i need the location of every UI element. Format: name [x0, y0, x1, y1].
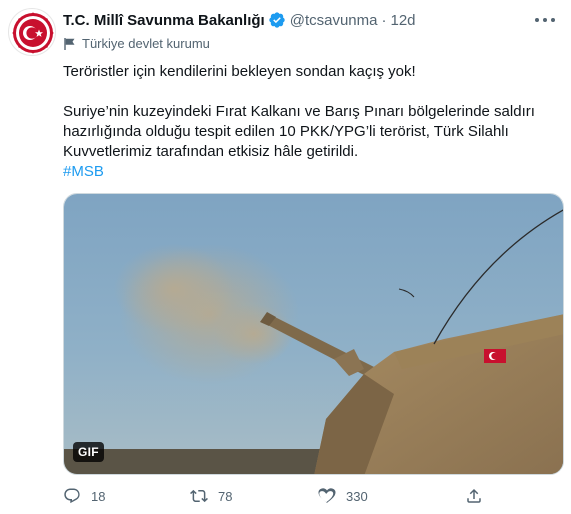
display-name[interactable]: T.C. Millî Savunma Bakanlığı — [63, 12, 265, 29]
share-button[interactable] — [465, 487, 483, 505]
timestamp[interactable]: 12d — [390, 12, 415, 29]
tweet-text-line: Suriye’nin kuzeyindeki Fırat Kalkanı ve … — [63, 103, 535, 120]
tweet-text-line: hazırlığında olduğu tespit edilen 10 PKK… — [63, 123, 509, 140]
avatar[interactable] — [8, 8, 56, 56]
tweet-actions: 18 78 330 — [63, 487, 503, 509]
retweet-icon — [190, 489, 208, 503]
tweet-text-line: Kuvvetlerimiz tarafından etkisiz hâle ge… — [63, 143, 359, 160]
user-handle[interactable]: @tcsavunma — [290, 12, 378, 29]
reply-icon — [64, 488, 80, 504]
tweet-header: T.C. Millî Savunma Bakanlığı @tcsavunma … — [63, 10, 416, 30]
account-label: Türkiye devlet kurumu — [63, 36, 210, 51]
like-heart-icon — [318, 488, 336, 504]
tweet-text: Teröristler için kendilerini bekleyen so… — [63, 62, 558, 182]
tweet-text-line: Teröristler için kendilerini bekleyen so… — [63, 63, 416, 80]
like-count: 330 — [346, 488, 368, 504]
more-options-icon[interactable] — [535, 12, 555, 28]
verified-badge-icon — [268, 11, 286, 29]
government-flag-icon — [63, 37, 77, 51]
separator-dot: · — [381, 11, 387, 29]
retweet-count: 78 — [218, 488, 233, 504]
tweet-card[interactable]: T.C. Millî Savunma Bakanlığı @tcsavunma … — [0, 0, 571, 514]
gif-badge: GIF — [73, 442, 104, 462]
account-label-text: Türkiye devlet kurumu — [82, 36, 210, 51]
like-button[interactable]: 330 — [318, 487, 368, 505]
howitzer-image — [64, 194, 563, 474]
reply-count: 18 — [91, 488, 106, 504]
tweet-media-gif[interactable]: GIF — [63, 193, 564, 475]
retweet-button[interactable]: 78 — [190, 487, 232, 505]
reply-button[interactable]: 18 — [63, 487, 105, 505]
hashtag-link[interactable]: #MSB — [63, 162, 558, 182]
msb-emblem-icon — [12, 12, 54, 54]
share-icon — [467, 488, 481, 503]
